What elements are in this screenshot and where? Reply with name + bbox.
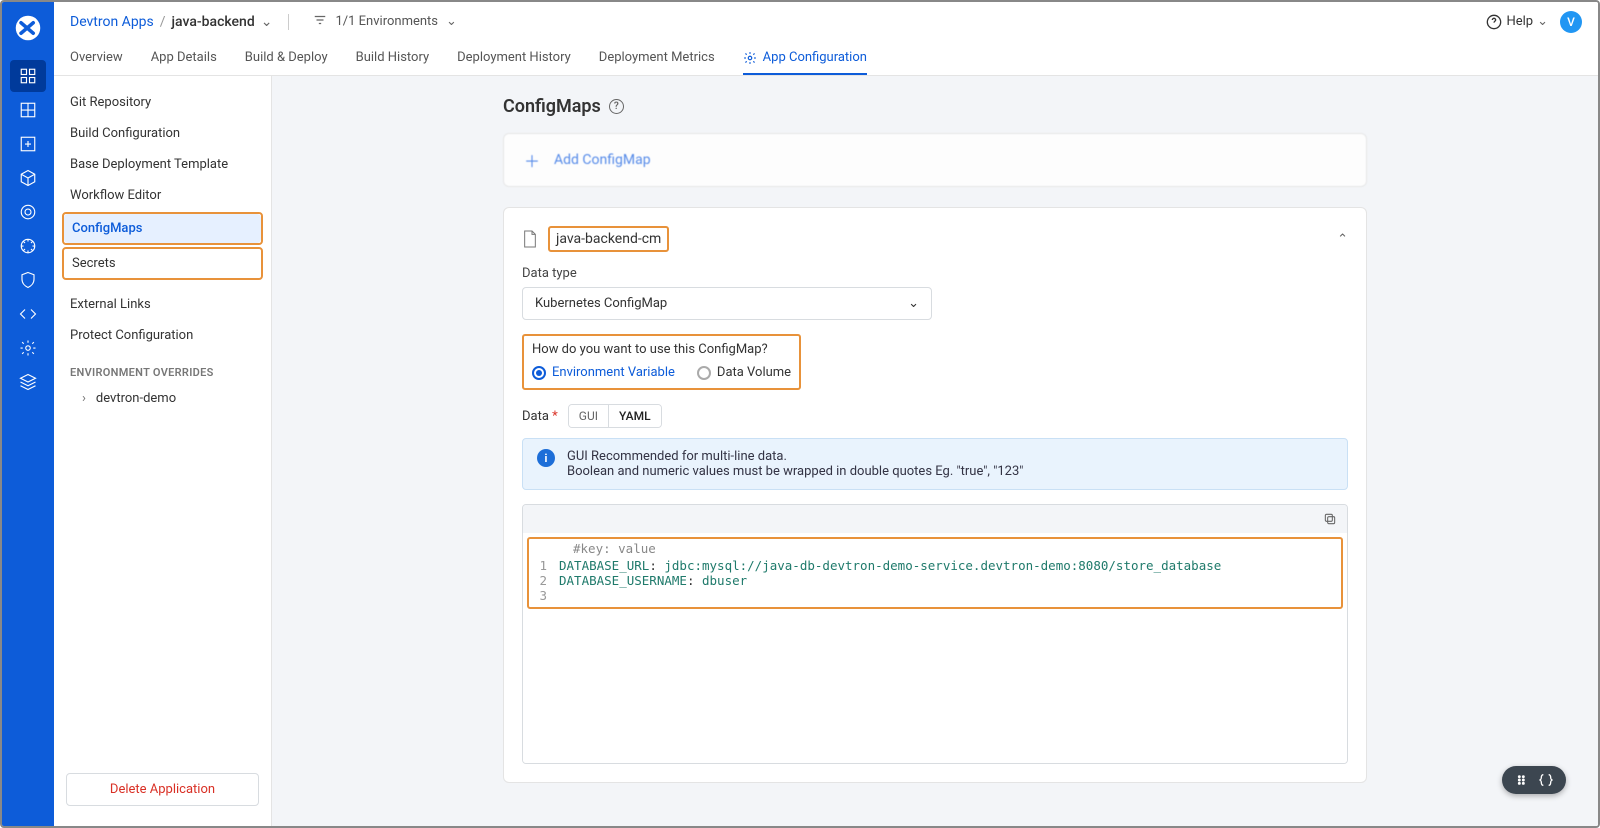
collapse-icon[interactable]: ⌃ [1337,232,1348,247]
usage-block: How do you want to use this ConfigMap? E… [522,334,801,390]
info-icon: i [537,449,555,467]
sidebar-configmaps[interactable]: ConfigMaps [64,214,261,243]
radio-data-volume[interactable]: Data Volume [697,365,791,380]
tab-build-history[interactable]: Build History [356,42,430,75]
sidebar-base-deployment-template[interactable]: Base Deployment Template [62,150,263,179]
copy-icon[interactable] [1323,512,1337,526]
filter-icon [313,13,327,31]
data-format-toggle: GUI YAML [568,404,662,428]
environments-filter[interactable]: 1/1 Environments ⌄ [313,13,456,31]
avatar[interactable]: V [1560,11,1582,33]
data-type-label: Data type [522,266,1348,281]
page-title: ConfigMaps ? [503,96,1367,117]
toggle-gui[interactable]: GUI [569,405,608,427]
tab-deployment-metrics[interactable]: Deployment Metrics [599,42,715,75]
devtron-logo [10,10,46,46]
radio-environment-variable[interactable]: Environment Variable [532,365,675,380]
shield-icon[interactable] [10,264,46,296]
chevron-down-icon: ⌄ [1537,14,1548,29]
configmap-name: java-backend-cm [548,226,669,252]
config-sidebar: Git Repository Build Configuration Base … [54,76,272,826]
data-type-select[interactable]: Kubernetes ConfigMap ⌄ [522,287,932,320]
file-icon [522,229,538,249]
chevron-down-icon: ⌄ [908,296,919,311]
breadcrumb: Devtron Apps / java-backend ⌄ [70,14,272,30]
floating-action-button[interactable] [1502,766,1566,794]
sidebar-git-repository[interactable]: Git Repository [62,88,263,117]
tab-app-details[interactable]: App Details [151,42,217,75]
delete-application-button[interactable]: Delete Application [66,773,259,806]
app-switcher-chevron-icon[interactable]: ⌄ [261,14,273,30]
help-icon[interactable]: ? [609,99,624,114]
sidebar-env-devtron-demo[interactable]: devtron-demo [62,385,263,412]
tab-overview[interactable]: Overview [70,42,123,75]
configmap-card: java-backend-cm ⌃ Data type Kubernetes C… [503,207,1367,783]
add-panel-icon[interactable] [10,128,46,160]
breadcrumb-parent[interactable]: Devtron Apps [70,14,154,30]
tab-build-deploy[interactable]: Build & Deploy [245,42,328,75]
helm-icon[interactable] [10,230,46,262]
target-icon[interactable] [10,196,46,228]
chevron-down-icon: ⌄ [446,14,457,29]
sidebar-external-links[interactable]: External Links [62,290,263,319]
info-banner: i GUI Recommended for multi-line data. B… [522,438,1348,490]
apps-icon[interactable] [10,60,46,92]
data-label: Data [522,409,549,424]
breadcrumb-current: java-backend [172,14,255,30]
icon-sidebar [2,2,54,826]
grid-icon[interactable] [10,94,46,126]
tab-deployment-history[interactable]: Deployment History [457,42,571,75]
topbar: Devtron Apps / java-backend ⌄ 1/1 Enviro… [54,2,1598,42]
json-icon [1538,772,1554,788]
code-icon[interactable] [10,298,46,330]
layers-icon[interactable] [10,366,46,398]
sidebar-protect-configuration[interactable]: Protect Configuration [62,321,263,350]
drag-icon [1514,772,1530,788]
sidebar-workflow-editor[interactable]: Workflow Editor [62,181,263,210]
sidebar-section-env-overrides: ENVIRONMENT OVERRIDES [62,358,263,383]
add-configmap-button[interactable]: ＋ Add ConfigMap [503,133,1367,187]
tabs: Overview App Details Build & Deploy Build H… [54,42,1598,76]
help-menu[interactable]: Help ⌄ [1486,14,1548,30]
plus-icon: ＋ [524,148,540,172]
settings-icon[interactable] [10,332,46,364]
toggle-yaml[interactable]: YAML [608,405,661,427]
cube-icon[interactable] [10,162,46,194]
sidebar-build-configuration[interactable]: Build Configuration [62,119,263,148]
yaml-editor[interactable]: #key: value 1DATABASE_URL: jdbc:mysql://… [522,504,1348,764]
sidebar-secrets[interactable]: Secrets [64,249,261,278]
tab-app-configuration[interactable]: App Configuration [743,42,867,75]
